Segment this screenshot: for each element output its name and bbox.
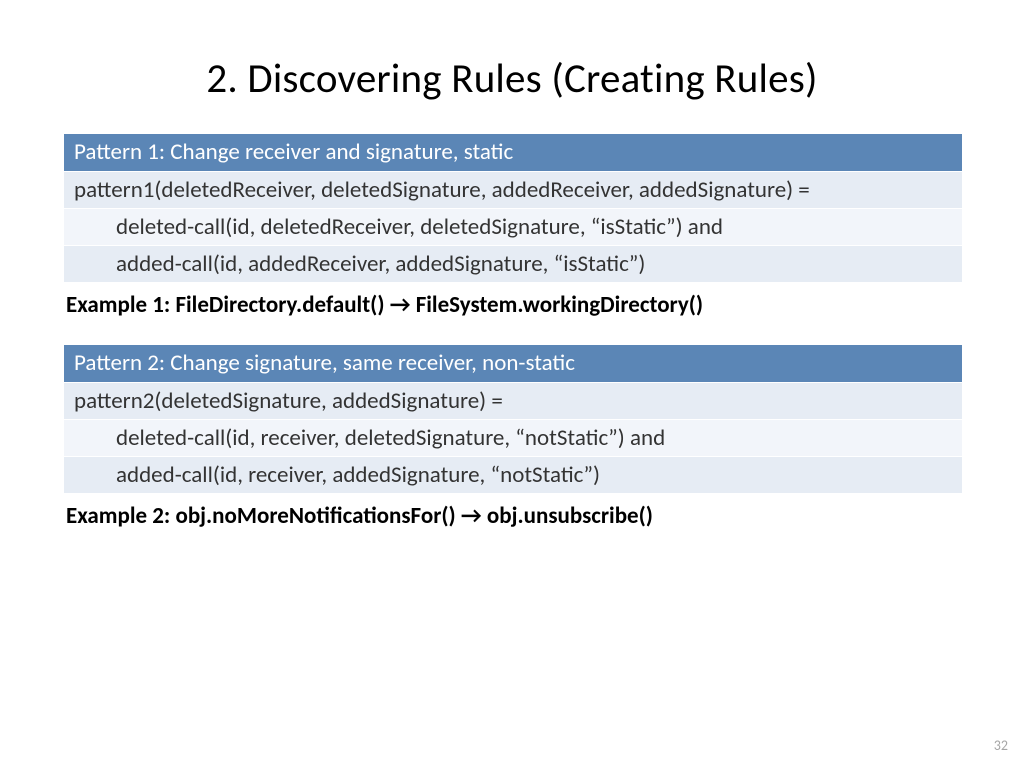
pattern-2-line-2: deleted-call(id, receiver, deletedSignat… <box>64 420 962 457</box>
pattern-2-line-3: added-call(id, receiver, addedSignature,… <box>64 457 962 494</box>
slide-title: 2. Discovering Rules (Creating Rules) <box>0 0 1024 134</box>
pattern-2-line-1: pattern2(deletedSignature, addedSignatur… <box>64 383 962 420</box>
page-number: 32 <box>994 737 1008 754</box>
pattern-1-line-1: pattern1(deletedReceiver, deletedSignatu… <box>64 172 962 209</box>
pattern-1-header: Pattern 1: Change receiver and signature… <box>64 134 962 172</box>
slide-content: Pattern 1: Change receiver and signature… <box>0 134 1024 530</box>
pattern-2-example: Example 2: obj.noMoreNotificationsFor() … <box>64 494 962 530</box>
pattern-2-header: Pattern 2: Change signature, same receiv… <box>64 345 962 383</box>
pattern-1-example: Example 1: FileDirectory.default() → Fil… <box>64 283 962 319</box>
pattern-1-line-3: added-call(id, addedReceiver, addedSigna… <box>64 246 962 283</box>
pattern-2-block: Pattern 2: Change signature, same receiv… <box>64 345 962 530</box>
pattern-1-line-2: deleted-call(id, deletedReceiver, delete… <box>64 209 962 246</box>
pattern-1-block: Pattern 1: Change receiver and signature… <box>64 134 962 319</box>
slide: 2. Discovering Rules (Creating Rules) Pa… <box>0 0 1024 768</box>
